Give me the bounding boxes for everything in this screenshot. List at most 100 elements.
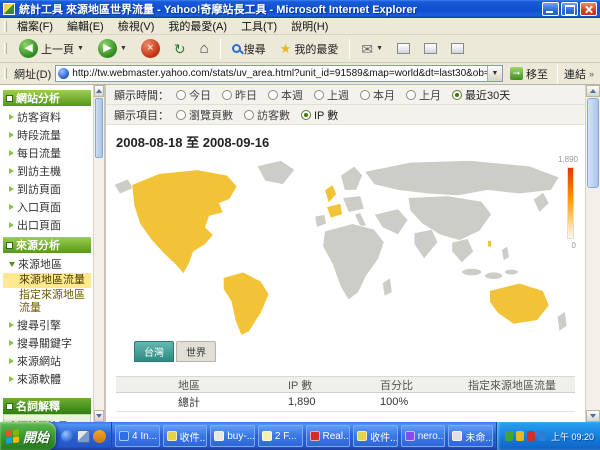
total-ip: 1,890: [288, 396, 380, 408]
sidebar-item-search-engines[interactable]: 搜尋引擎: [3, 316, 91, 334]
address-input[interactable]: [72, 67, 487, 81]
world-map-svg[interactable]: [112, 153, 579, 339]
go-button[interactable]: ➞ 移至: [507, 65, 551, 83]
scroll-up-icon[interactable]: [94, 85, 104, 97]
sidebar-item-exit-pages[interactable]: 出口頁面: [3, 216, 91, 234]
scrollbar-thumb[interactable]: [95, 98, 103, 158]
scroll-down-icon[interactable]: [94, 410, 104, 422]
triangle-icon: [9, 186, 14, 192]
search-button[interactable]: 搜尋: [227, 39, 271, 59]
sidebar-item-daily-traffic[interactable]: 每日流量: [3, 144, 91, 162]
edit-button[interactable]: [419, 41, 442, 56]
favorites-button[interactable]: ★ 我的最愛: [275, 39, 344, 59]
menu-view[interactable]: 檢視(V): [111, 17, 162, 35]
clock[interactable]: 上午 09:20: [551, 430, 594, 443]
mail-icon: ✉: [361, 42, 373, 56]
sidebar-item-source-region-traffic[interactable]: 來源地區流量: [3, 273, 91, 288]
task-button-3[interactable]: buy-...: [210, 425, 255, 447]
maximize-button[interactable]: [561, 2, 578, 16]
radio-selected-icon: [301, 110, 311, 120]
radio-last-month[interactable]: 上月: [406, 87, 441, 103]
sidebar-item-specified-source-region-traffic[interactable]: 指定來源地區流量: [3, 288, 91, 316]
sidebar-item-referring-sites[interactable]: 來源網站: [3, 352, 91, 370]
section-title: 來源分析: [16, 237, 60, 253]
tab-taiwan[interactable]: 台灣: [134, 341, 174, 362]
sidebar-item-search-keywords[interactable]: 搜尋關鍵字: [3, 334, 91, 352]
radio-last-week[interactable]: 上週: [314, 87, 349, 103]
tab-world[interactable]: 世界: [176, 341, 216, 362]
radio-last-30-days[interactable]: 最近30天: [452, 87, 510, 103]
tray-update-icon[interactable]: [516, 431, 524, 441]
refresh-button[interactable]: ↻: [169, 40, 191, 58]
sidebar-scrollbar[interactable]: [93, 85, 104, 422]
minimize-button[interactable]: [542, 2, 559, 16]
triangle-icon: [9, 204, 14, 210]
address-label: 網址(D): [14, 66, 51, 82]
menu-help[interactable]: 說明(H): [284, 17, 335, 35]
task-button-5[interactable]: Real...: [306, 425, 351, 447]
sidebar-item-hourly-traffic[interactable]: 時段流量: [3, 126, 91, 144]
ie-quicklaunch-icon[interactable]: [61, 430, 74, 443]
radio-ip-count[interactable]: IP 數: [301, 107, 338, 123]
media-player-icon[interactable]: [93, 430, 106, 443]
tray-app-icon[interactable]: [527, 431, 535, 441]
mail-button[interactable]: ✉ ▼: [356, 40, 388, 58]
task-button-7[interactable]: nero...: [401, 425, 446, 447]
scroll-down-icon[interactable]: [586, 410, 600, 422]
menu-favorites[interactable]: 我的最愛(A): [161, 17, 234, 35]
sidebar-item-visited-pages[interactable]: 到訪頁面: [3, 180, 91, 198]
start-button[interactable]: 開始: [0, 422, 56, 450]
time-filter-row: 顯示時間： 今日 昨日 本週 上週 本月 上月 最近30天: [106, 85, 585, 105]
app-icon: [3, 3, 15, 15]
menu-tools[interactable]: 工具(T): [234, 17, 284, 35]
show-desktop-icon[interactable]: [77, 430, 90, 443]
task-button-6[interactable]: 收件...: [353, 425, 398, 447]
sidebar-item-entry-pages[interactable]: 入口頁面: [3, 198, 91, 216]
home-button[interactable]: ⌂: [195, 39, 214, 58]
radio-today[interactable]: 今日: [176, 87, 211, 103]
radio-yesterday[interactable]: 昨日: [222, 87, 257, 103]
world-map[interactable]: 1,890 0: [112, 153, 579, 339]
sidebar-item-visiting-hosts[interactable]: 到訪主機: [3, 162, 91, 180]
radio-pageviews[interactable]: 瀏覽頁數: [176, 107, 233, 123]
address-dropdown-button[interactable]: ▼: [487, 66, 502, 81]
sidebar-item-source-software[interactable]: 來源軟體: [3, 370, 91, 388]
links-button[interactable]: 連結 »: [564, 66, 596, 82]
address-box: ▼: [55, 65, 503, 82]
scroll-up-icon[interactable]: [586, 85, 600, 97]
legend-min-value: 0: [572, 241, 576, 250]
close-button[interactable]: [580, 2, 597, 16]
sidebar-item-source-region[interactable]: 來源地區: [3, 255, 91, 273]
links-label: 連結: [564, 66, 586, 82]
taskbar: 開始 4 In... 收件... buy-... 2 F... Real... …: [0, 422, 600, 450]
print-button[interactable]: [392, 41, 415, 56]
menu-edit[interactable]: 編輯(E): [60, 17, 111, 35]
radio-this-month[interactable]: 本月: [360, 87, 395, 103]
back-button[interactable]: ◀ 上一頁 ▼: [14, 37, 89, 60]
section-icon: [6, 242, 13, 249]
glossary-title: 名詞解釋: [16, 398, 60, 414]
task-button-4[interactable]: 2 F...: [258, 425, 303, 447]
total-label: 總計: [178, 394, 288, 410]
radio-this-week[interactable]: 本週: [268, 87, 303, 103]
task-button-1[interactable]: 4 In...: [115, 425, 160, 447]
scrollbar-thumb[interactable]: [587, 98, 599, 188]
messenger-button[interactable]: [446, 41, 469, 56]
task-button-2[interactable]: 收件...: [163, 425, 208, 447]
sidebar-item-visitor-data[interactable]: 訪客資料: [3, 108, 91, 126]
table-header-row: 地區 IP 數 百分比 指定來源地區流量: [116, 376, 575, 393]
radio-visitors[interactable]: 訪客數: [244, 107, 290, 123]
tray-antivirus-icon[interactable]: [505, 431, 513, 441]
menu-file[interactable]: 檔案(F): [10, 17, 60, 35]
chevron-right-icon: »: [589, 69, 594, 79]
page-scrollbar[interactable]: [585, 85, 600, 422]
stop-button[interactable]: ×: [136, 37, 165, 60]
col-ip-count: IP 數: [288, 377, 380, 393]
tray-network-icon[interactable]: [538, 431, 546, 441]
chevron-down-icon: ▼: [120, 45, 127, 52]
forward-button[interactable]: ▶ ▼: [93, 37, 132, 60]
ie-page-icon: [58, 68, 69, 79]
map-tabs: 台灣 世界: [134, 341, 585, 362]
triangle-expanded-icon: [9, 262, 15, 267]
task-button-8[interactable]: 未命...: [448, 425, 493, 447]
